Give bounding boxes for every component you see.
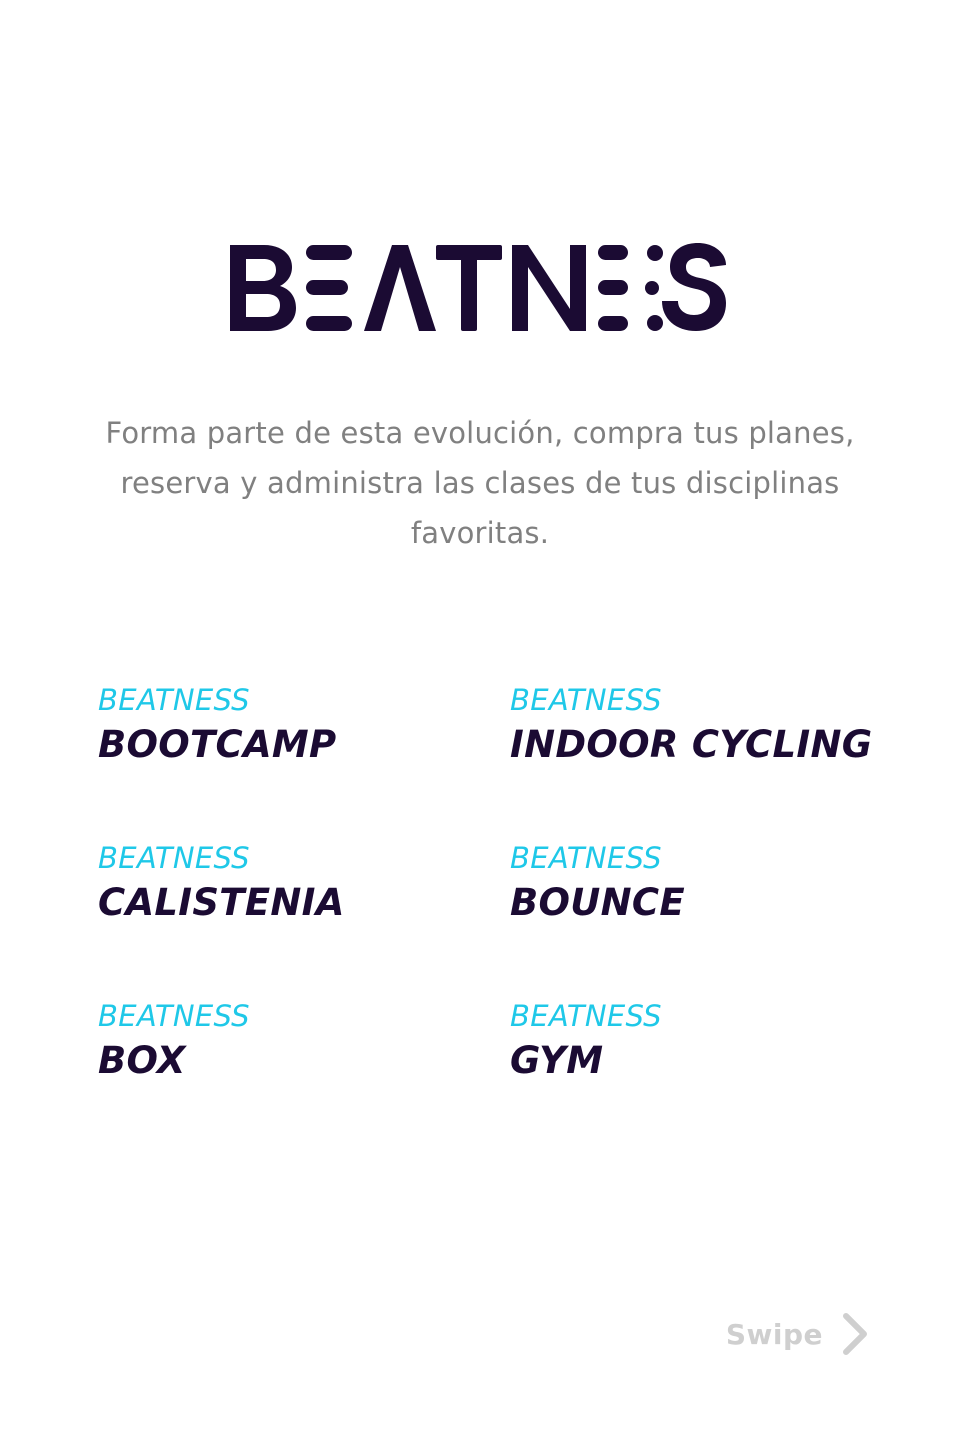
discipline-name: GYM [510, 1039, 604, 1082]
disciplines-grid: BEATNESS BOOTCAMP BEATNESS INDOOR CYCLIN… [98, 678, 918, 1152]
discipline-brand: BEATNESS [98, 999, 250, 1033]
discipline-indoor-cycling[interactable]: BEATNESS INDOOR CYCLING [510, 678, 918, 836]
discipline-calistenia[interactable]: BEATNESS CALISTENIA [98, 836, 510, 994]
swipe-label: Swipe [725, 1317, 823, 1351]
discipline-name: BOUNCE [510, 881, 685, 924]
discipline-name: BOOTCAMP [98, 723, 337, 766]
discipline-box[interactable]: BEATNESS BOX [98, 994, 510, 1152]
discipline-name: BOX [98, 1039, 186, 1082]
chevron-right-icon [841, 1312, 869, 1356]
brand-logo [230, 243, 730, 333]
discipline-brand: BEATNESS [510, 683, 662, 717]
discipline-bootcamp[interactable]: BEATNESS BOOTCAMP [98, 678, 510, 836]
discipline-name: INDOOR CYCLING [510, 723, 873, 766]
discipline-brand: BEATNESS [98, 841, 250, 875]
discipline-bounce[interactable]: BEATNESS BOUNCE [510, 836, 918, 994]
discipline-name: CALISTENIA [98, 881, 345, 924]
tagline: Forma parte de esta evolución, compra tu… [105, 416, 855, 550]
discipline-brand: BEATNESS [510, 841, 662, 875]
discipline-brand: BEATNESS [98, 683, 250, 717]
discipline-gym[interactable]: BEATNESS GYM [510, 994, 918, 1152]
swipe-button[interactable]: Swipe [726, 1312, 869, 1356]
discipline-brand: BEATNESS [510, 999, 662, 1033]
